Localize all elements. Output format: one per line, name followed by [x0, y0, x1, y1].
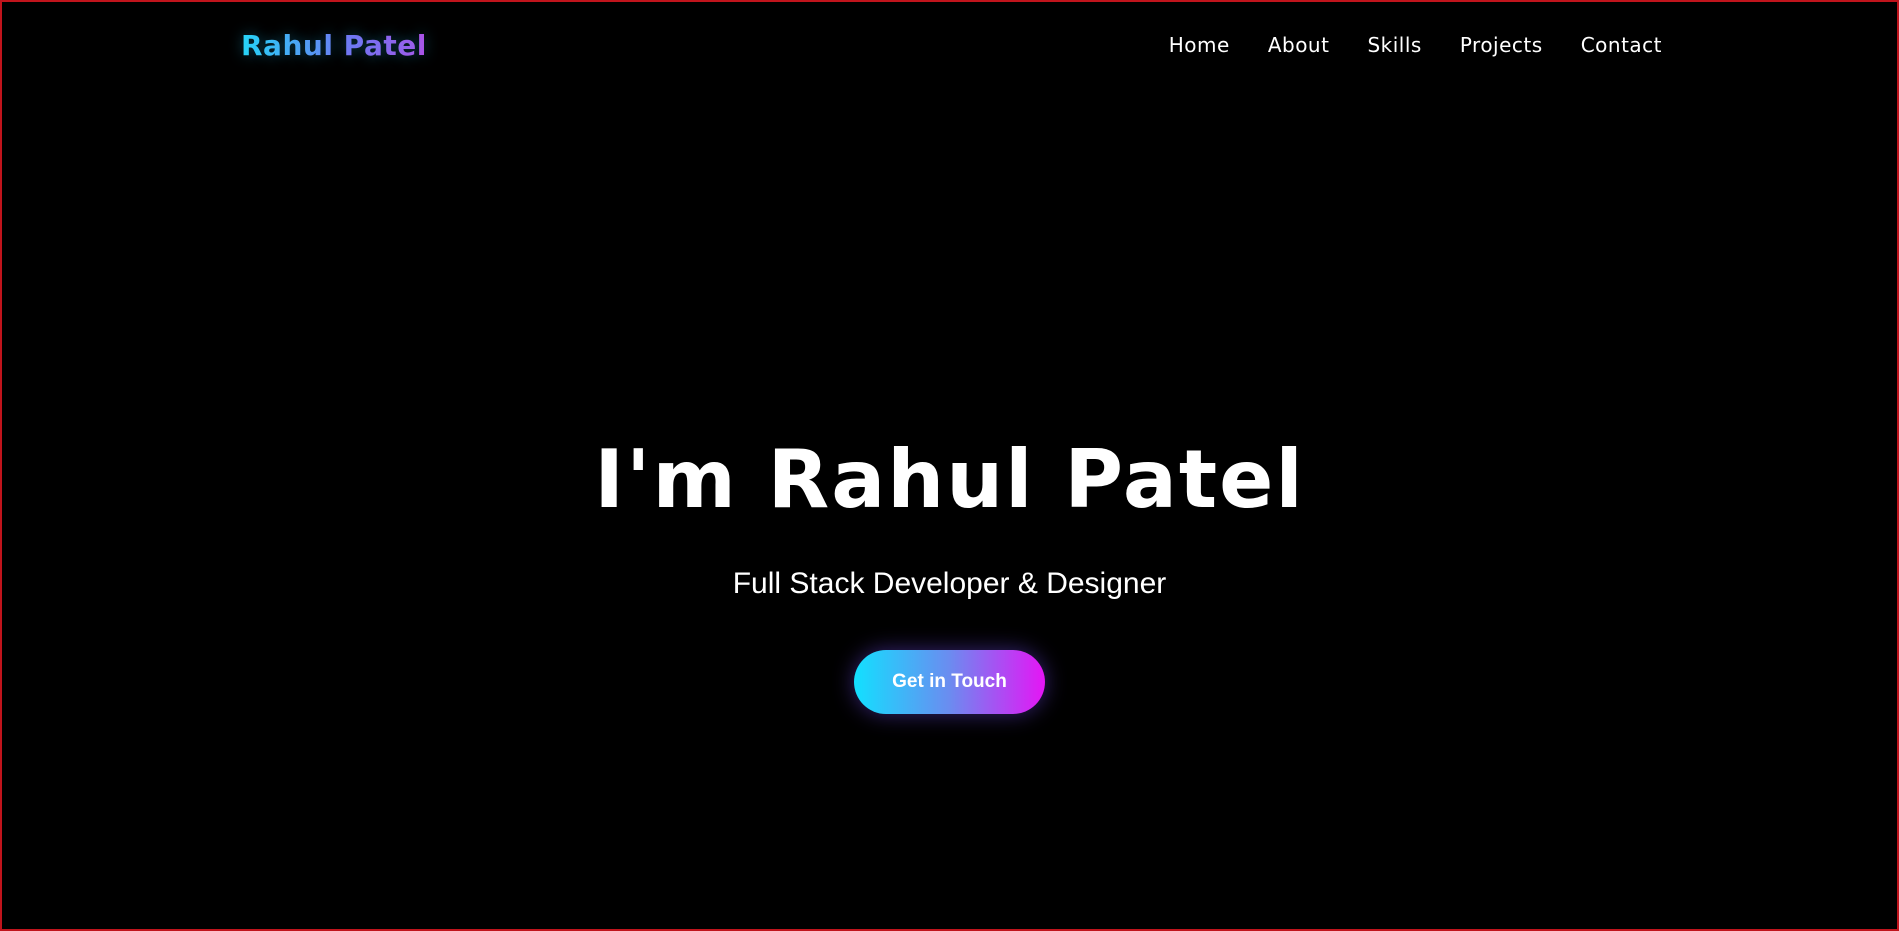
hero-subtitle: Full Stack Developer & Designer	[732, 567, 1167, 600]
nav-link-home[interactable]: Home	[1169, 30, 1230, 60]
nav-menu: Home About Skills Projects Contact	[1169, 30, 1662, 60]
nav-link-contact[interactable]: Contact	[1581, 30, 1662, 60]
nav-link-projects[interactable]: Projects	[1460, 30, 1543, 60]
cta-container: Get in Touch	[0, 650, 1899, 714]
get-in-touch-button[interactable]: Get in Touch	[854, 650, 1045, 714]
site-logo[interactable]: Rahul Patel	[241, 28, 427, 64]
nav-link-about[interactable]: About	[1268, 30, 1330, 60]
hero-title: I'm Rahul Patel	[594, 433, 1305, 526]
nav-link-skills[interactable]: Skills	[1367, 30, 1421, 60]
navbar: Rahul Patel Home About Skills Projects C…	[0, 0, 1899, 94]
hero-section: I'm Rahul Patel Full Stack Developer & D…	[0, 430, 1899, 714]
